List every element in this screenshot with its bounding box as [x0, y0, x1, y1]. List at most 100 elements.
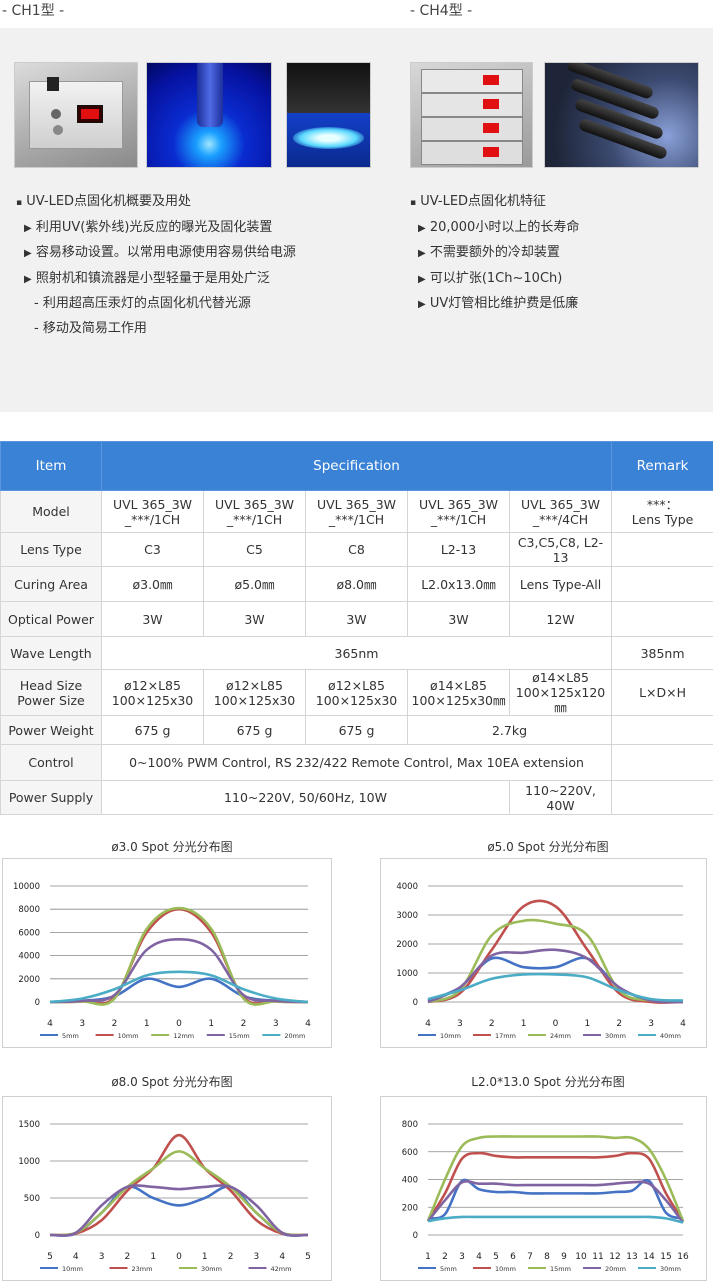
table-cell: 675 g — [305, 715, 408, 745]
table-cell: L2-13 — [407, 532, 510, 567]
table-cell: L×D×H — [611, 669, 713, 716]
x-tick-label: 0 — [176, 1019, 182, 1029]
row-label: Control — [0, 744, 102, 781]
legend-label: 5mm — [440, 1265, 457, 1273]
y-tick-label: 1000 — [396, 969, 418, 979]
legend-label: 17mm — [495, 1032, 516, 1040]
x-tick-label: 9 — [561, 1252, 567, 1262]
row-label: Head Size Power Size — [0, 669, 102, 716]
x-tick-label: 12 — [609, 1252, 620, 1262]
line-light-photo — [286, 62, 371, 168]
table-cell: 675 g — [101, 715, 204, 745]
x-tick-label: 3 — [459, 1252, 465, 1262]
y-tick-label: 1000 — [18, 1157, 40, 1167]
table-cell — [611, 715, 713, 745]
y-tick-label: 1500 — [18, 1120, 40, 1130]
x-tick-label: 7 — [527, 1252, 533, 1262]
table-cell: UVL 365_3W _***/1CH — [407, 490, 510, 533]
uv-heads-photo — [544, 62, 699, 168]
ch4-header: - CH4型 - — [410, 3, 473, 19]
spot-5-chart: 0 1000 2000 3000 4000 4 3 2 1 0 1 2 3 4 10mm 17mm 24mm 30… — [380, 858, 707, 1048]
table-cell: ø3.0㎜ — [101, 566, 204, 602]
y-tick-label: 10000 — [13, 882, 40, 892]
row-label: Optical Power — [0, 601, 102, 637]
y-tick-label: 4000 — [396, 882, 418, 892]
table-cell: 2.7kg — [406, 715, 613, 745]
table-cell: C3,C5,C8, L2-13 — [508, 532, 613, 567]
x-tick-label: 1 — [208, 1019, 214, 1029]
row-label: Wave Length — [0, 636, 102, 670]
table-row: Power Supply 110~220V, 50/60Hz, 10W 110~… — [0, 780, 713, 815]
table-cell — [611, 566, 713, 602]
y-tick-label: 2000 — [396, 940, 418, 950]
chart-title: ø3.0 Spot 分光分布图 — [111, 840, 233, 854]
table-cell: UVL 365_3W _***/1CH — [203, 490, 306, 533]
row-label: Model — [0, 490, 102, 533]
x-tick-label: 2 — [241, 1019, 247, 1029]
x-tick-label: 2 — [489, 1019, 495, 1029]
table-cell — [611, 532, 713, 567]
x-tick-label: 16 — [677, 1252, 689, 1262]
table-row: Control 0~100% PWM Control, RS 232/422 R… — [0, 744, 713, 781]
table-header-row: Item Specification Remark — [0, 441, 713, 491]
x-tick-label: 1 — [144, 1019, 150, 1029]
legend-label: 40mm — [660, 1032, 681, 1040]
y-tick-label: 8000 — [18, 905, 40, 915]
legend-label: 24mm — [550, 1032, 571, 1040]
x-tick-label: 8 — [544, 1252, 550, 1262]
table-cell — [611, 601, 713, 637]
list-item: ▶ 容易移动设置。以常用电源使用容易供给电源 — [24, 245, 296, 260]
list-subitem: - 移动及简易工作用 — [34, 320, 147, 336]
x-tick-label: 10 — [575, 1252, 587, 1262]
x-tick-label: 4 — [476, 1252, 482, 1262]
table-cell: 385nm — [611, 636, 713, 670]
features-title: ▪ UV-LED点固化机特征 — [410, 194, 547, 209]
x-tick-label: 2 — [228, 1252, 234, 1262]
table-cell — [611, 780, 713, 815]
list-item: ▶ 利用UV(紫外线)光反应的曝光及固化装置 — [24, 219, 273, 235]
table-cell: ø14×L85 100×125x30㎜ — [407, 669, 510, 716]
table-cell: 12W — [508, 601, 613, 637]
header-item: Item — [0, 441, 102, 491]
x-tick-label: 5 — [47, 1252, 53, 1262]
table-cell: ø8.0㎜ — [305, 566, 408, 602]
header-spec: Specification — [100, 441, 613, 491]
spot-line-chart: 02004006008001 2 3 4 5 6 7 8 9 10 11 12 13 14 15 165mm 1… — [380, 1096, 707, 1281]
row-label: Curing Area — [0, 566, 102, 602]
list-item: ▶ 可以扩张(1Ch~10Ch) — [418, 270, 563, 286]
table-cell: Lens Type-All — [508, 566, 613, 602]
table-cell: ø12×L85 100×125x30 — [101, 669, 204, 716]
y-tick-label: 400 — [402, 1176, 418, 1186]
legend-label: 10mm — [118, 1032, 139, 1040]
legend-label: 30mm — [660, 1265, 681, 1273]
overview-list: ▪ UV-LED点固化机概要及用处 ▶ 利用UV(紫外线)光反应的曝光及固化装置… — [16, 190, 296, 341]
table-cell: 3W — [407, 601, 510, 637]
x-tick-label: 4 — [680, 1019, 686, 1029]
table-cell — [611, 744, 713, 781]
list-item: ▶ UV灯管相比维护费是低廉 — [418, 296, 579, 311]
x-tick-label: 1 — [425, 1252, 431, 1262]
list-item: ▶ 20,000小时以上的长寿命 — [418, 219, 580, 235]
table-cell: 3W — [203, 601, 306, 637]
table-cell: UVL 365_3W _***/4CH — [508, 490, 613, 533]
x-tick-label: 3 — [457, 1019, 463, 1029]
table-cell: 110~220V, 50/60Hz, 10W — [101, 780, 510, 815]
table-row: Optical Power 3W 3W 3W 3W 12W — [0, 601, 713, 637]
x-tick-label: 1 — [521, 1019, 527, 1029]
x-tick-label: 14 — [643, 1252, 655, 1262]
blue-spot-photo — [146, 62, 272, 168]
legend-label: 42mm — [271, 1265, 292, 1273]
y-tick-label: 6000 — [18, 928, 40, 938]
legend-label: 30mm — [605, 1032, 626, 1040]
legend-label: 20mm — [284, 1032, 305, 1040]
x-tick-label: 15 — [660, 1252, 671, 1262]
x-tick-label: 4 — [279, 1252, 285, 1262]
x-tick-label: 2 — [125, 1252, 131, 1262]
overview-title: ▪ UV-LED点固化机概要及用处 — [16, 194, 192, 209]
row-label: Power Weight — [0, 715, 102, 745]
spec-table: Item Specification Remark Model UVL 365_… — [0, 441, 713, 815]
row-label: Lens Type — [0, 532, 102, 567]
table-cell: ø14×L85 100×125x120㎜ — [508, 669, 613, 716]
features-list: ▪ UV-LED点固化机特征 ▶ 20,000小时以上的长寿命 ▶ 不需要额外的… — [410, 190, 579, 318]
table-cell: 3W — [305, 601, 408, 637]
